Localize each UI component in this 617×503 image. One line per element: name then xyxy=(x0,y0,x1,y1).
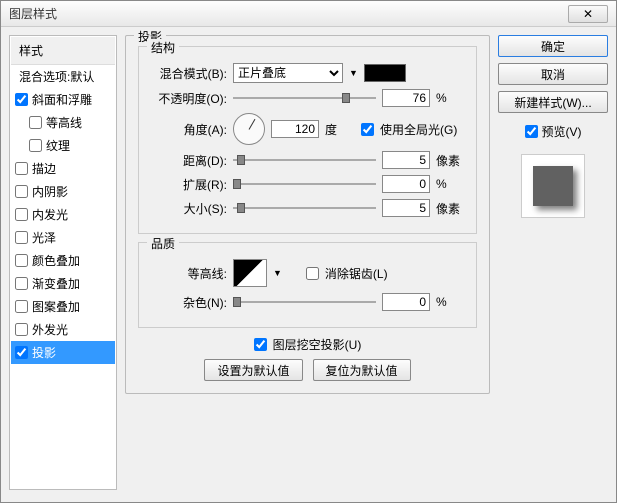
style-item-checkbox[interactable] xyxy=(15,231,28,244)
style-item-checkbox[interactable] xyxy=(15,185,28,198)
percent-unit: % xyxy=(436,91,466,105)
structure-group: 结构 混合模式(B): 正片叠底 ▼ 不透明度(O): % xyxy=(138,46,477,234)
style-item-checkbox[interactable] xyxy=(29,139,42,152)
style-item-6[interactable]: 光泽 xyxy=(11,226,115,249)
distance-input[interactable] xyxy=(382,151,430,169)
drop-shadow-section: 投影 结构 混合模式(B): 正片叠底 ▼ 不透明度(O): xyxy=(125,35,490,394)
action-panel: 确定 取消 新建样式(W)... 预览(V) xyxy=(498,35,608,490)
global-light-checkbox[interactable] xyxy=(361,123,374,136)
cancel-button[interactable]: 取消 xyxy=(498,63,608,85)
settings-panel: 投影 结构 混合模式(B): 正片叠底 ▼ 不透明度(O): xyxy=(125,35,490,490)
style-item-checkbox[interactable] xyxy=(29,116,42,129)
new-style-button[interactable]: 新建样式(W)... xyxy=(498,91,608,113)
noise-slider[interactable] xyxy=(233,295,376,309)
spread-slider[interactable] xyxy=(233,177,376,191)
styles-list: 样式 混合选项:默认 斜面和浮雕等高线纹理描边内阴影内发光光泽颜色叠加渐变叠加图… xyxy=(9,35,117,490)
percent-unit-2: % xyxy=(436,177,466,191)
preview-thumbnail xyxy=(521,154,585,218)
ok-button[interactable]: 确定 xyxy=(498,35,608,57)
opacity-input[interactable] xyxy=(382,89,430,107)
style-item-5[interactable]: 内发光 xyxy=(11,203,115,226)
style-item-label: 纹理 xyxy=(46,137,70,154)
style-item-4[interactable]: 内阴影 xyxy=(11,180,115,203)
dialog-title: 图层样式 xyxy=(9,5,568,22)
angle-dial[interactable] xyxy=(233,113,265,145)
size-input[interactable] xyxy=(382,199,430,217)
distance-slider[interactable] xyxy=(233,153,376,167)
style-item-3[interactable]: 描边 xyxy=(11,157,115,180)
style-item-checkbox[interactable] xyxy=(15,93,28,106)
style-item-label: 投影 xyxy=(32,344,56,361)
style-item-7[interactable]: 颜色叠加 xyxy=(11,249,115,272)
close-icon: ✕ xyxy=(583,7,593,21)
style-item-checkbox[interactable] xyxy=(15,277,28,290)
style-item-1[interactable]: 等高线 xyxy=(11,111,115,134)
preview-swatch xyxy=(533,166,573,206)
opacity-slider[interactable] xyxy=(233,91,376,105)
size-label: 大小(S): xyxy=(149,200,227,217)
quality-group: 品质 等高线: ▼ 消除锯齿(L) 杂色(N): % xyxy=(138,242,477,328)
spread-input[interactable] xyxy=(382,175,430,193)
angle-label: 角度(A): xyxy=(149,121,227,138)
style-item-10[interactable]: 外发光 xyxy=(11,318,115,341)
set-default-button[interactable]: 设置为默认值 xyxy=(204,359,302,381)
style-item-label: 等高线 xyxy=(46,114,82,131)
style-item-checkbox[interactable] xyxy=(15,323,28,336)
style-item-checkbox[interactable] xyxy=(15,300,28,313)
style-item-2[interactable]: 纹理 xyxy=(11,134,115,157)
close-button[interactable]: ✕ xyxy=(568,5,608,23)
style-item-label: 渐变叠加 xyxy=(32,275,80,292)
blend-options-item[interactable]: 混合选项:默认 xyxy=(11,65,115,88)
antialias-checkbox[interactable] xyxy=(306,267,319,280)
style-item-label: 图案叠加 xyxy=(32,298,80,315)
degree-unit: 度 xyxy=(325,121,355,138)
style-item-0[interactable]: 斜面和浮雕 xyxy=(11,88,115,111)
style-item-label: 内发光 xyxy=(32,206,68,223)
style-item-label: 外发光 xyxy=(32,321,68,338)
reset-default-button[interactable]: 复位为默认值 xyxy=(313,359,411,381)
opacity-label: 不透明度(O): xyxy=(149,90,227,107)
style-item-label: 颜色叠加 xyxy=(32,252,80,269)
chevron-down-icon-2: ▼ xyxy=(273,268,282,278)
contour-picker[interactable] xyxy=(233,259,267,287)
preview-label: 预览(V) xyxy=(542,123,582,140)
style-item-checkbox[interactable] xyxy=(15,208,28,221)
global-light-label: 使用全局光(G) xyxy=(380,121,457,138)
style-item-checkbox[interactable] xyxy=(15,346,28,359)
blendmode-select[interactable]: 正片叠底 xyxy=(233,63,343,83)
structure-title: 结构 xyxy=(147,39,179,56)
chevron-down-icon: ▼ xyxy=(349,68,358,78)
style-item-9[interactable]: 图案叠加 xyxy=(11,295,115,318)
preview-checkbox[interactable] xyxy=(525,125,538,138)
noise-label: 杂色(N): xyxy=(149,294,227,311)
titlebar: 图层样式 ✕ xyxy=(1,1,616,27)
style-item-label: 光泽 xyxy=(32,229,56,246)
px-unit-2: 像素 xyxy=(436,200,466,217)
knockout-checkbox[interactable] xyxy=(254,338,267,351)
knockout-label: 图层挖空投影(U) xyxy=(273,336,362,353)
style-item-label: 斜面和浮雕 xyxy=(32,91,92,108)
antialias-label: 消除锯齿(L) xyxy=(325,265,388,282)
px-unit: 像素 xyxy=(436,152,466,169)
distance-label: 距离(D): xyxy=(149,152,227,169)
shadow-color-swatch[interactable] xyxy=(364,64,406,82)
noise-input[interactable] xyxy=(382,293,430,311)
contour-label: 等高线: xyxy=(149,265,227,282)
size-slider[interactable] xyxy=(233,201,376,215)
styles-header: 样式 xyxy=(11,37,115,65)
style-item-8[interactable]: 渐变叠加 xyxy=(11,272,115,295)
style-item-label: 描边 xyxy=(32,160,56,177)
layer-style-dialog: 图层样式 ✕ 样式 混合选项:默认 斜面和浮雕等高线纹理描边内阴影内发光光泽颜色… xyxy=(0,0,617,503)
blendmode-label: 混合模式(B): xyxy=(149,65,227,82)
quality-title: 品质 xyxy=(147,235,179,252)
style-item-checkbox[interactable] xyxy=(15,162,28,175)
style-item-label: 内阴影 xyxy=(32,183,68,200)
percent-unit-3: % xyxy=(436,295,466,309)
blend-options-label: 混合选项:默认 xyxy=(19,68,94,85)
style-item-11[interactable]: 投影 xyxy=(11,341,115,364)
spread-label: 扩展(R): xyxy=(149,176,227,193)
style-item-checkbox[interactable] xyxy=(15,254,28,267)
angle-input[interactable] xyxy=(271,120,319,138)
